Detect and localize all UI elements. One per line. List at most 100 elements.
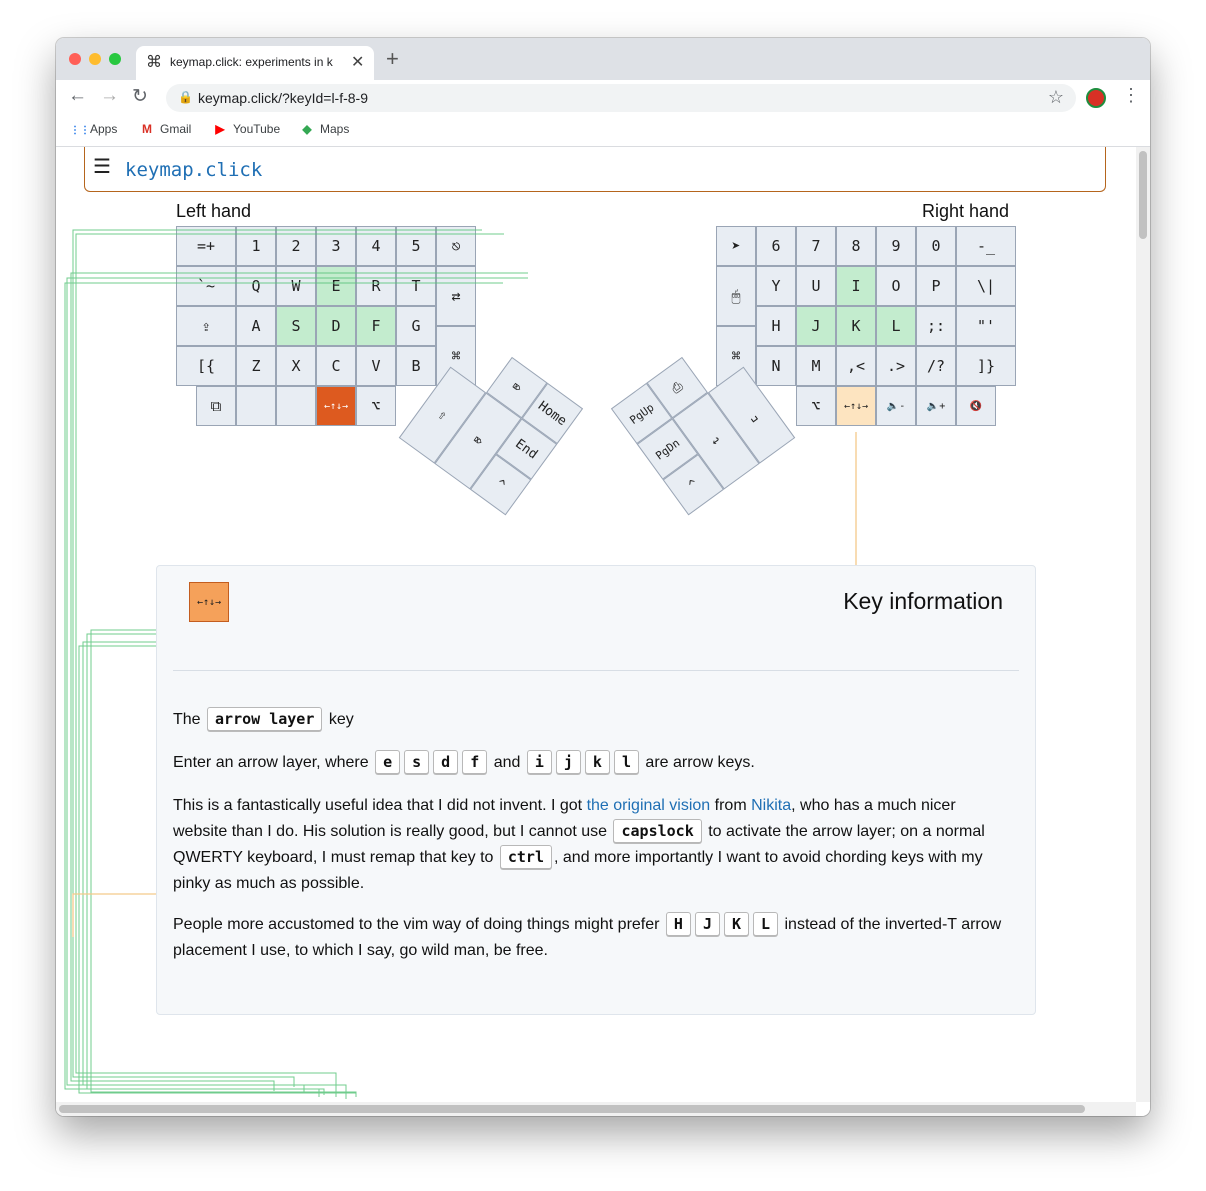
key[interactable]: Y <box>756 266 796 306</box>
close-window-button[interactable] <box>69 53 81 65</box>
browser-window: ⌘ keymap.click: experiments in k ✕ + ← →… <box>56 38 1150 1116</box>
key[interactable]: ;: <box>916 306 956 346</box>
key[interactable]: 2 <box>276 226 316 266</box>
horizontal-scrollbar[interactable] <box>56 1102 1136 1116</box>
kbd-key: K <box>723 912 750 936</box>
arrow-layer-key-right[interactable]: ←↑↓→ <box>836 386 876 426</box>
minimize-window-button[interactable] <box>89 53 101 65</box>
key[interactable]: E <box>316 266 356 306</box>
apps-grid-icon: ⋮⋮ <box>70 125 90 136</box>
key[interactable]: 4 <box>356 226 396 266</box>
key[interactable]: 1 <box>236 226 276 266</box>
key[interactable]: S <box>276 306 316 346</box>
key[interactable]: \| <box>956 266 1016 306</box>
key[interactable]: ➤ <box>716 226 756 266</box>
address-bar[interactable]: 🔒 keymap.click/?keyId=l-f-8-9 ☆ <box>166 84 1076 112</box>
back-arrow-icon[interactable]: ← <box>68 85 87 107</box>
tab-close-icon[interactable]: ✕ <box>351 52 364 72</box>
key[interactable]: A <box>236 306 276 346</box>
tab-active[interactable]: ⌘ keymap.click: experiments in k ✕ <box>136 46 374 80</box>
site-header: ☰ keymap.click <box>84 147 1106 192</box>
original-vision-link[interactable]: the original vision <box>587 797 711 814</box>
key[interactable]: B <box>396 346 436 386</box>
bookmark-maps[interactable]: ◆ Maps <box>300 122 349 136</box>
key[interactable]: V <box>356 346 396 386</box>
key[interactable]: -_ <box>956 226 1016 266</box>
key[interactable]: F <box>356 306 396 346</box>
key[interactable]: X <box>276 346 316 386</box>
key[interactable]: 8 <box>836 226 876 266</box>
forward-arrow-icon[interactable]: → <box>100 85 119 107</box>
kbd-key: H <box>665 912 691 936</box>
key[interactable]: 5 <box>396 226 436 266</box>
tab-strip: ⌘ keymap.click: experiments in k ✕ + <box>56 38 1150 80</box>
key[interactable]: ⧉ <box>196 386 236 426</box>
site-brand[interactable]: keymap.click <box>125 159 262 181</box>
volume-up-icon[interactable]: 🔈+ <box>916 386 956 426</box>
key[interactable] <box>236 386 276 426</box>
new-tab-button[interactable]: + <box>386 48 399 70</box>
key[interactable]: [{ <box>176 346 236 386</box>
key[interactable]: 3 <box>316 226 356 266</box>
arrow-layer-key-selected[interactable]: ←↑↓→ <box>316 386 356 426</box>
key[interactable]: =+ <box>176 226 236 266</box>
key[interactable]: ⌥ <box>356 386 396 426</box>
info-paragraph-3: This is a fantastically useful idea that… <box>173 797 985 892</box>
nikita-link[interactable]: Nikita <box>751 797 791 814</box>
key[interactable]: R <box>356 266 396 306</box>
key[interactable]: 0 <box>916 226 956 266</box>
key[interactable]: `~ <box>176 266 236 306</box>
key[interactable]: U <box>796 266 836 306</box>
key[interactable]: L <box>876 306 916 346</box>
key[interactable]: ⇪ <box>176 306 236 346</box>
vertical-scrollbar[interactable] <box>1136 147 1150 1102</box>
zoom-window-button[interactable] <box>109 53 121 65</box>
bookmark-youtube[interactable]: ▶ YouTube <box>213 122 280 136</box>
reload-icon[interactable]: ↻ <box>132 85 148 108</box>
volume-down-icon[interactable]: 🔈- <box>876 386 916 426</box>
key[interactable]: M <box>796 346 836 386</box>
key[interactable]: N <box>756 346 796 386</box>
tab-favicon-icon: ⌘ <box>146 54 162 71</box>
url-text[interactable]: keymap.click/?keyId=l-f-8-9 <box>198 90 368 106</box>
key[interactable]: 9 <box>876 226 916 266</box>
key[interactable]: 7 <box>796 226 836 266</box>
bookmark-gmail[interactable]: M Gmail <box>140 122 191 136</box>
key[interactable]: 6 <box>756 226 796 266</box>
key[interactable]: Z <box>236 346 276 386</box>
browser-menu-icon[interactable]: ⋮ <box>1122 85 1140 106</box>
bookmark-apps[interactable]: ⋮⋮Apps <box>70 122 117 136</box>
key[interactable]: ]} <box>956 346 1016 386</box>
key[interactable]: ,< <box>836 346 876 386</box>
key[interactable]: P <box>916 266 956 306</box>
key[interactable]: I <box>836 266 876 306</box>
key[interactable]: ⌥ <box>796 386 836 426</box>
key-info-title: Key information <box>843 588 1003 614</box>
key[interactable]: H <box>756 306 796 346</box>
key[interactable]: J <box>796 306 836 346</box>
key[interactable]: W <box>276 266 316 306</box>
bookmark-star-icon[interactable]: ☆ <box>1048 87 1064 108</box>
key[interactable]: /? <box>916 346 956 386</box>
key[interactable] <box>276 386 316 426</box>
page-content: ☰ keymap.click Left hand Right hand =+ 1… <box>56 147 1150 1116</box>
key[interactable]: 🖱 <box>716 266 756 326</box>
key[interactable]: D <box>316 306 356 346</box>
horizontal-scroll-thumb[interactable] <box>59 1105 1085 1113</box>
key[interactable]: O <box>876 266 916 306</box>
hamburger-menu-icon[interactable]: ☰ <box>93 154 111 179</box>
key[interactable]: K <box>836 306 876 346</box>
key[interactable]: ⎋ <box>436 226 476 266</box>
key[interactable]: C <box>316 346 356 386</box>
key[interactable]: T <box>396 266 436 306</box>
vertical-scroll-thumb[interactable] <box>1139 151 1147 239</box>
mute-icon[interactable]: 🔇 <box>956 386 996 426</box>
key[interactable]: Q <box>236 266 276 306</box>
right-hand-label: Right hand <box>922 201 1010 221</box>
key[interactable]: "' <box>956 306 1016 346</box>
key[interactable]: .> <box>876 346 916 386</box>
kbd-key: f <box>462 750 488 774</box>
key[interactable]: G <box>396 306 436 346</box>
key[interactable]: ⇄ <box>436 266 476 326</box>
profile-avatar[interactable] <box>1086 88 1106 108</box>
